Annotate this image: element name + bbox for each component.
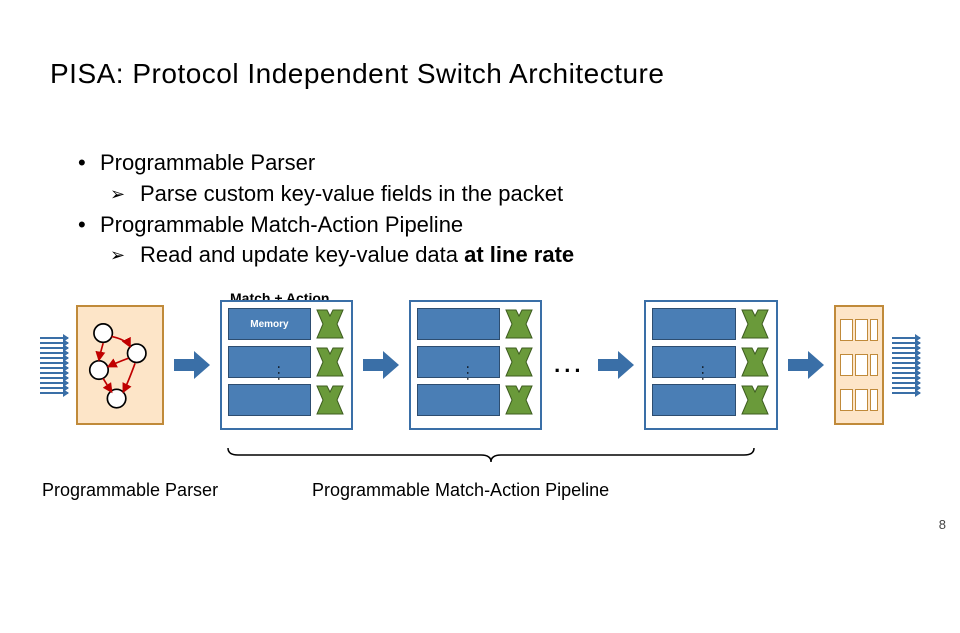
stage-1: Memory ... — [220, 300, 353, 430]
stage-row: Memory — [228, 308, 345, 340]
bullet-2a: Read and update key-value data at line r… — [70, 240, 574, 271]
alu-label: ALU — [358, 622, 379, 633]
arrow-out-icon — [892, 392, 920, 394]
input-arrows — [40, 337, 68, 394]
memory-block: Memory — [228, 308, 311, 340]
bullet-2a-text: Read and update key-value data — [140, 242, 464, 267]
stage-row — [228, 384, 345, 416]
parser-graph-icon — [78, 307, 162, 423]
flow-arrow-icon — [172, 345, 212, 385]
vertical-dots-icon: ... — [275, 365, 291, 383]
alu-block — [315, 384, 345, 416]
arrow-in-icon — [40, 392, 68, 394]
bullet-2a-bold: at line rate — [464, 242, 574, 267]
bullet-1a: Parse custom key-value fields in the pac… — [70, 179, 574, 210]
vertical-dots-icon: ... — [464, 365, 480, 383]
bullet-1: Programmable Parser — [70, 148, 574, 179]
memory-block — [228, 384, 311, 416]
slide-title: PISA: Protocol Independent Switch Archit… — [50, 58, 664, 90]
ellipsis-icon: ... — [550, 352, 588, 378]
brace-icon — [226, 446, 756, 464]
flow-arrow-icon — [361, 345, 401, 385]
pisa-diagram: Memory ... ALU ... ... ... — [40, 300, 920, 430]
flow-arrow-icon — [596, 345, 636, 385]
parser-label: Programmable Parser — [42, 480, 262, 501]
bottom-labels: Programmable Parser Programmable Match-A… — [42, 480, 920, 501]
memory-block — [228, 346, 311, 378]
pipeline-label: Programmable Match-Action Pipeline — [262, 480, 920, 501]
output-arrows — [892, 337, 920, 394]
stage-2: ... — [409, 300, 542, 430]
page-number: 8 — [939, 517, 946, 532]
bullet-list: Programmable Parser Parse custom key-val… — [70, 148, 574, 271]
vertical-dots-icon: ... — [699, 365, 715, 383]
parser-box — [76, 305, 164, 425]
alu-block — [315, 346, 345, 378]
alu-block — [315, 308, 345, 340]
deparser-box — [834, 305, 884, 425]
bullet-2: Programmable Match-Action Pipeline — [70, 210, 574, 241]
stage-n: ... — [644, 300, 777, 430]
flow-arrow-icon — [786, 345, 826, 385]
